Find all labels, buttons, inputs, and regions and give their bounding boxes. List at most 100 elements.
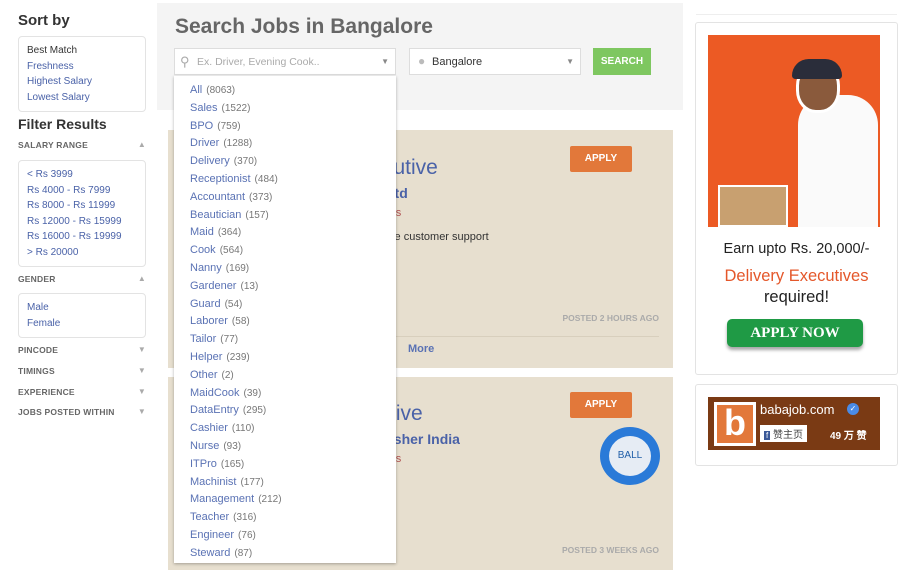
salary-option[interactable]: Rs 4000 - Rs 7999 [27,183,137,199]
category-count: (76) [238,529,256,541]
category-option[interactable]: Cashier (110) [174,420,396,438]
gender-female[interactable]: Female [27,316,137,332]
category-name: Machinist [190,475,237,488]
category-option[interactable]: Management (212) [174,491,396,509]
gender-toggle[interactable]: GENDER ▲ [18,274,146,284]
category-count: (1522) [221,102,251,114]
category-count: (87) [234,547,253,559]
category-option[interactable]: Tailor (77) [174,331,396,349]
category-option[interactable]: BPO (759) [174,118,396,136]
category-option[interactable]: Laborer (58) [174,313,396,331]
category-option[interactable]: Delivery (370) [174,153,396,171]
gender-options: Male Female [18,293,146,338]
category-option[interactable]: Maid (364) [174,224,396,242]
page-name: babajob.com [760,402,835,417]
category-option[interactable]: Nurse (93) [174,438,396,456]
category-name: Beautician [190,208,242,221]
category-option[interactable]: Accountant (373) [174,189,396,207]
company-name: asher India [386,431,460,447]
category-option[interactable]: Driver (1288) [174,135,396,153]
sort-highest-salary[interactable]: Highest Salary [27,74,137,90]
category-count: (165) [220,458,245,470]
apply-now-button[interactable]: APPLY NOW [727,319,863,347]
chevron-down-icon: ▼ [566,57,574,66]
babajob-logo: b [714,402,756,446]
salary-option[interactable]: > Rs 20000 [27,245,137,261]
apply-button[interactable]: APPLY [570,392,632,418]
like-count: 49 万 赞 [830,431,867,442]
category-count: (295) [242,405,267,417]
timings-toggle[interactable]: TIMINGS ▼ [18,366,146,376]
category-option[interactable]: Teacher (316) [174,509,396,527]
category-name: Sales [190,101,218,114]
category-name: DataEntry [190,404,239,417]
facebook-banner[interactable]: b babajob.com ✓ f 赞主页 49 万 赞 [708,397,880,450]
category-option[interactable]: Cook (564) [174,242,396,260]
salary-option[interactable]: < Rs 3999 [27,167,137,183]
category-option[interactable]: Other (2) [174,367,396,385]
category-option[interactable]: All (8063) [174,82,396,100]
sort-lowest-salary[interactable]: Lowest Salary [27,90,137,106]
chevron-up-icon: ▲ [137,274,146,283]
salary-option[interactable]: Rs 8000 - Rs 11999 [27,198,137,214]
search-button[interactable]: SEARCH [593,48,651,75]
like-button[interactable]: f 赞主页 [760,425,808,442]
search-placeholder: Ex. Driver, Evening Cook.. [197,56,320,68]
category-name: Driver [190,137,220,150]
sort-freshness[interactable]: Freshness [27,59,137,75]
gender-male[interactable]: Male [27,300,137,316]
category-option[interactable]: Sales (1522) [174,100,396,118]
posted-time: POSTED 2 HOURS AGO [562,313,659,323]
category-option[interactable]: Helper (239) [174,349,396,367]
filter-title: Filter Results [18,116,107,132]
pincode-toggle[interactable]: PINCODE ▼ [18,345,146,355]
ad-line2: Delivery Executives [724,267,869,285]
category-name: Laborer [190,315,228,328]
chevron-down-icon: ▼ [381,57,389,66]
sort-best-match[interactable]: Best Match [27,43,137,59]
job-search-input[interactable]: ⚲ Ex. Driver, Evening Cook.. ▼ [174,48,396,75]
category-count: (54) [224,298,243,310]
category-name: Helper [190,350,223,363]
category-name: Steward [190,546,231,559]
category-option[interactable]: MaidCook (39) [174,385,396,403]
category-option[interactable]: Receptionist (484) [174,171,396,189]
category-count: (157) [245,209,269,221]
category-option[interactable]: Guard (54) [174,296,396,314]
more-link[interactable]: More [408,343,434,355]
category-name: Teacher [190,511,230,524]
category-name: Maid [190,226,214,239]
category-option[interactable]: Gardener (13) [174,278,396,296]
category-name: Receptionist [190,172,251,185]
category-count: (316) [233,512,257,524]
salary-range-toggle[interactable]: SALARY RANGE ▲ [18,140,146,150]
category-option[interactable]: Beautician (157) [174,207,396,225]
category-option[interactable]: Nanny (169) [174,260,396,278]
delivery-ad[interactable]: Earn upto Rs. 20,000/- Delivery Executiv… [695,22,898,375]
category-option[interactable]: ITPro (165) [174,456,396,474]
posted-within-label: JOBS POSTED WITHIN [18,407,115,417]
experience-toggle[interactable]: EXPERIENCE ▼ [18,387,146,397]
location-select[interactable]: ● Bangalore ▼ [409,48,581,75]
category-option[interactable]: Engineer (76) [174,527,396,545]
category-count: (177) [240,476,264,488]
posted-within-toggle[interactable]: JOBS POSTED WITHIN ▼ [18,407,146,417]
salary-option[interactable]: Rs 16000 - Rs 19999 [27,229,137,245]
category-option[interactable]: DataEntry (295) [174,402,396,420]
search-icon: ⚲ [180,54,190,69]
category-count: (239) [226,351,250,363]
location-value: Bangalore [432,56,483,68]
category-name: BPO [190,119,214,132]
salary-option[interactable]: Rs 12000 - Rs 15999 [27,214,137,230]
category-count: (110) [231,423,255,435]
category-option[interactable]: Machinist (177) [174,474,396,492]
person-shirt [798,95,878,227]
category-name: Other [190,368,218,381]
category-count: (564) [219,245,244,257]
category-count: (364) [217,227,242,239]
apply-button[interactable]: APPLY [570,146,632,172]
category-name: Guard [190,297,221,310]
category-name: All [190,84,203,96]
category-option[interactable]: Steward (87) [174,545,396,563]
category-name: Cook [190,244,216,257]
